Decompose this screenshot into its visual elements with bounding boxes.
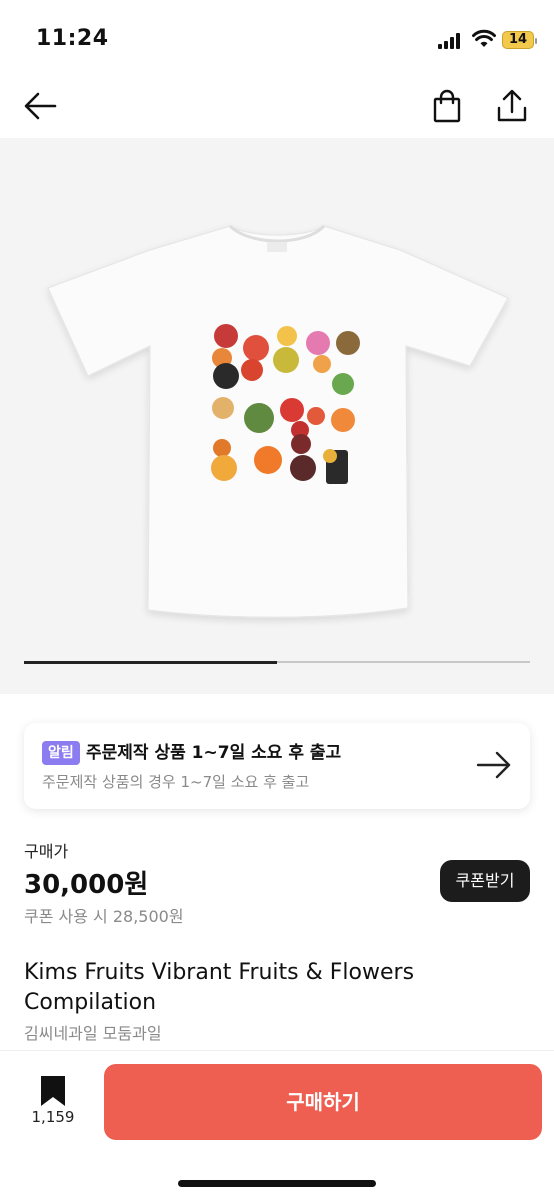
wifi-icon [472, 29, 496, 49]
price-label: 구매가 [24, 842, 69, 861]
shopping-bag-icon[interactable] [429, 88, 465, 124]
battery-icon: 14 [502, 31, 537, 49]
nav-bar [0, 76, 554, 138]
product-image-gallery[interactable] [0, 138, 554, 694]
tshirt-product-image [47, 224, 509, 618]
share-icon[interactable] [494, 88, 530, 124]
bookmark-count: 1,159 [31, 1108, 75, 1126]
arrow-right-icon [476, 749, 512, 781]
coupon-price-text: 쿠폰 사용 시 28,500원 [24, 907, 184, 926]
bookmark-button[interactable]: 1,159 [26, 1074, 80, 1134]
price-value: 30,000원 [24, 870, 149, 900]
notice-badge: 알림 [42, 741, 80, 765]
image-progress-track [24, 660, 530, 664]
battery-level: 14 [508, 32, 528, 47]
status-time: 11:24 [36, 26, 109, 51]
notice-title: 주문제작 상품 1~7일 소요 후 출고 [86, 743, 342, 763]
home-indicator [178, 1180, 376, 1187]
product-title: Kims Fruits Vibrant Fruits & Flowers Com… [24, 960, 415, 1015]
shop-name[interactable]: 김씨네과일 모둠과일 [24, 1020, 162, 1044]
cellular-signal-icon [438, 33, 464, 49]
get-coupon-button[interactable]: 쿠폰받기 [440, 860, 530, 902]
notice-subtitle: 주문제작 상품의 경우 1~7일 소요 후 출고 [42, 773, 310, 791]
bookmark-icon [41, 1076, 65, 1106]
back-arrow-icon[interactable] [22, 88, 58, 124]
buy-button[interactable]: 구매하기 [104, 1064, 542, 1140]
image-progress-fill [24, 660, 277, 664]
shipping-notice-card[interactable]: 알림 주문제작 상품 1~7일 소요 후 출고 주문제작 상품의 경우 1~7일… [24, 723, 530, 809]
status-bar: 11:24 14 [0, 0, 554, 76]
